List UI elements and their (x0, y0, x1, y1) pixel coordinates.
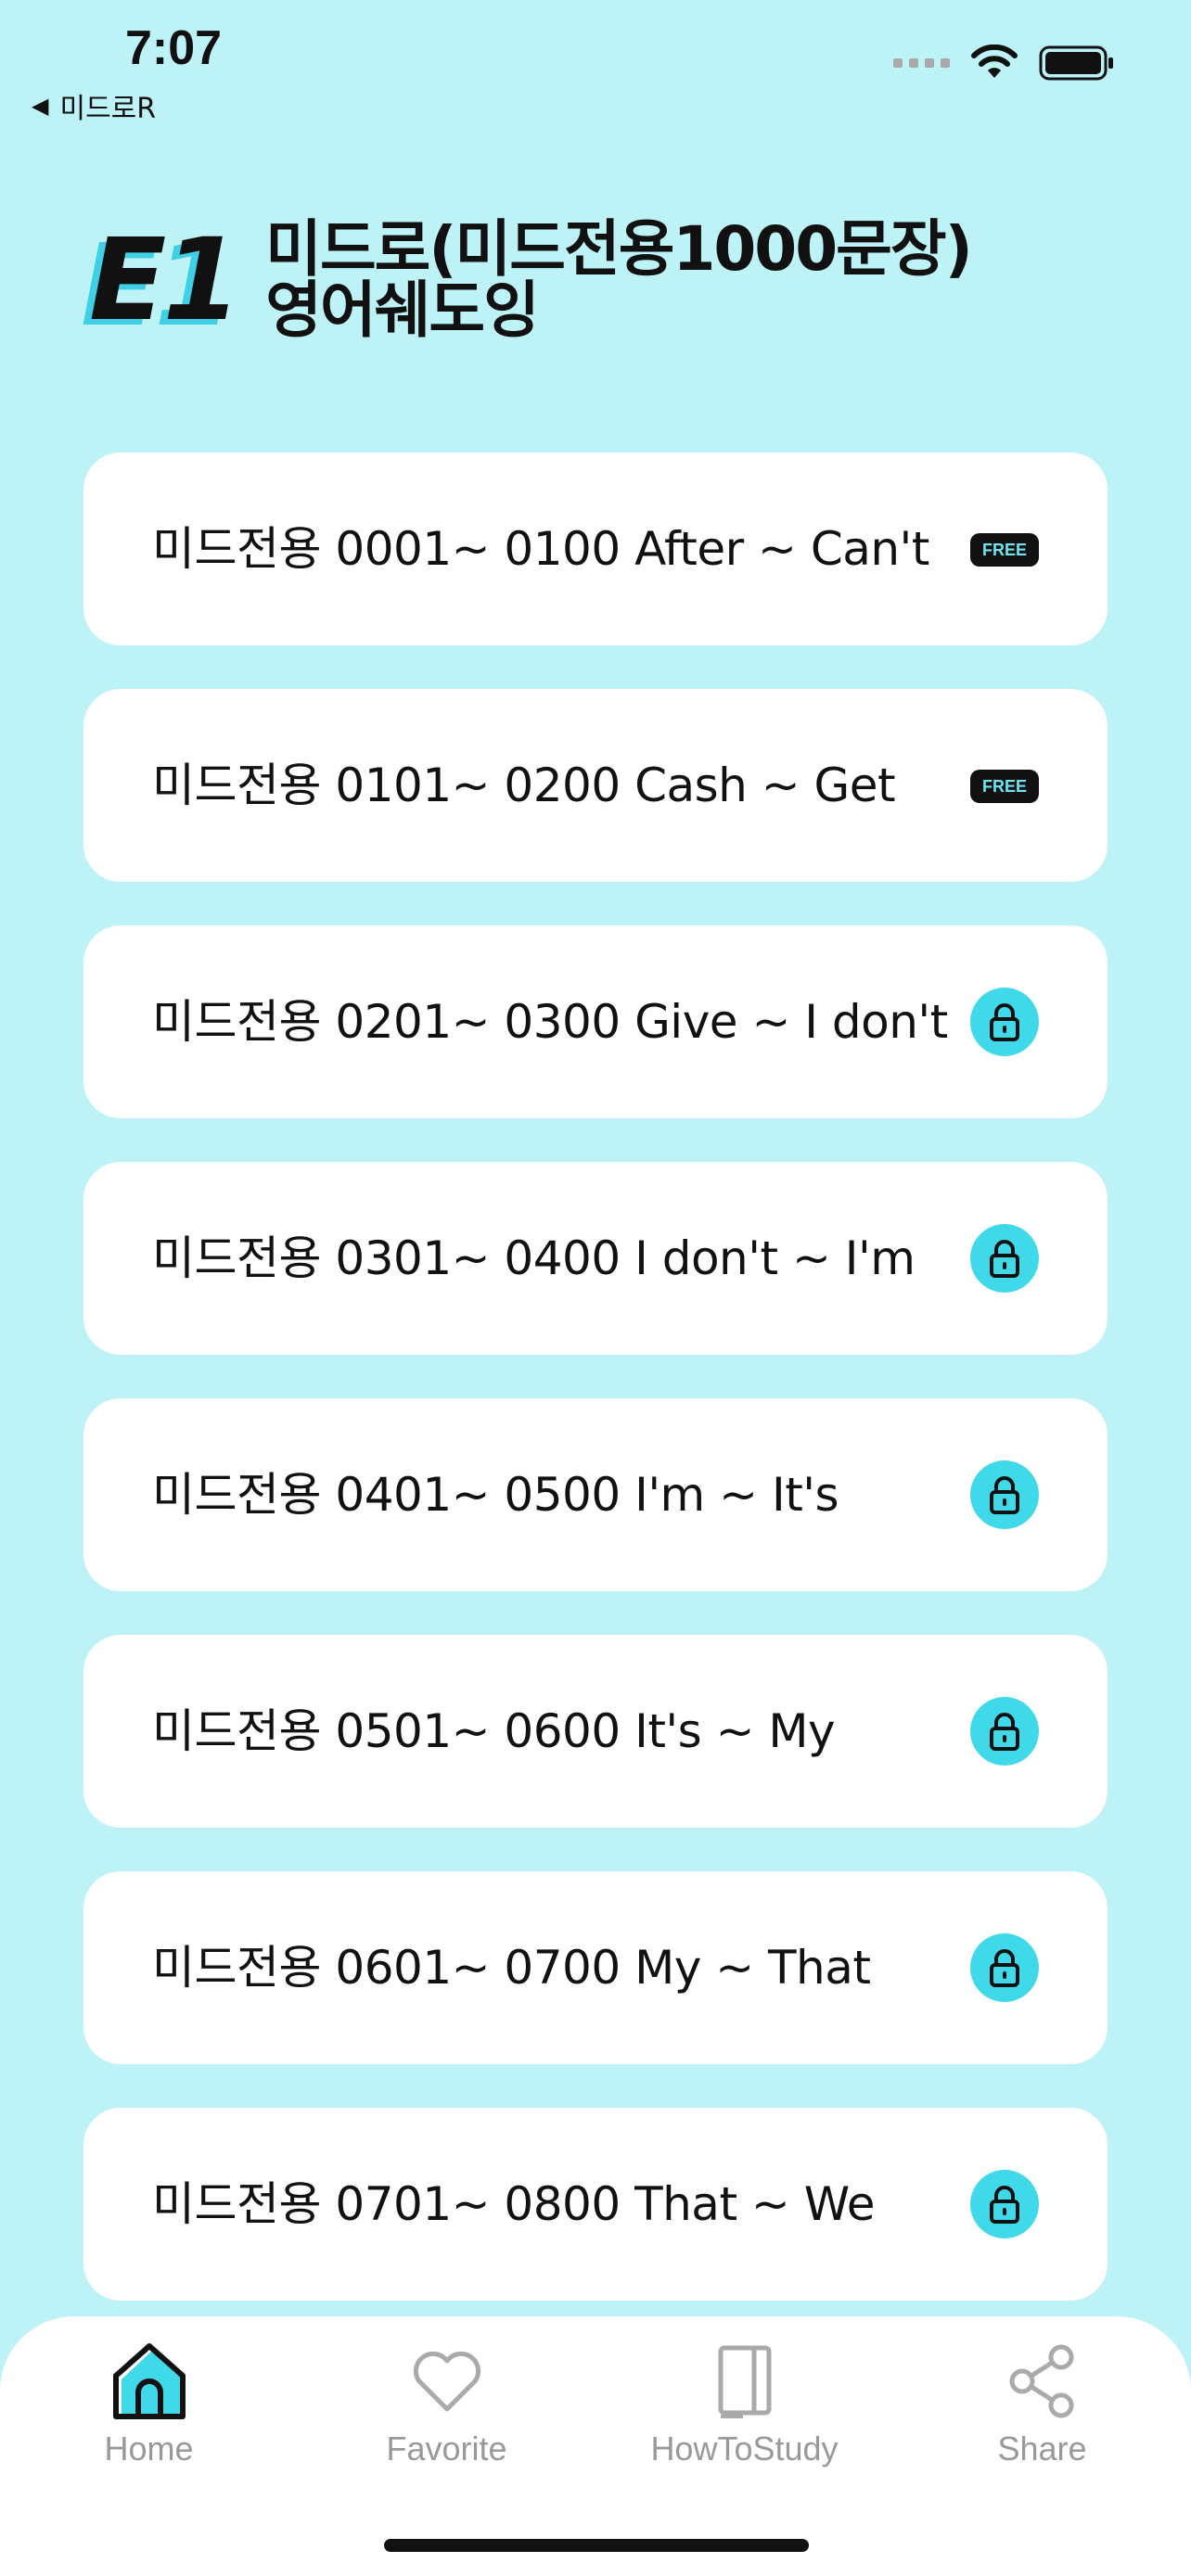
title-line-2: 영어쉐도잉 (265, 274, 540, 346)
tab-home[interactable]: Home (0, 2339, 298, 2468)
share-icon (1001, 2339, 1084, 2424)
chapter-label: 미드전용 0101~ 0200 Cash ~ Get (152, 759, 896, 812)
lock-icon (970, 988, 1039, 1056)
tab-share[interactable]: Share (893, 2339, 1191, 2468)
signal-dots-icon (893, 58, 950, 68)
free-badge: FREE (970, 533, 1039, 567)
chapter-label: 미드전용 0001~ 0100 After ~ Can't (152, 522, 929, 576)
tab-label: Share (997, 2429, 1087, 2468)
tab-label: Home (104, 2429, 194, 2468)
page-title: E1 미드로(미드전용1000문장) 영어쉐도잉 (89, 213, 973, 346)
chapter-label: 미드전용 0301~ 0400 I don't ~ I'm (152, 1231, 916, 1285)
chapter-label: 미드전용 0601~ 0700 My ~ That (152, 1941, 871, 1995)
status-time: 7:07 (125, 21, 223, 75)
chapter-label: 미드전용 0201~ 0300 Give ~ I don't (152, 995, 948, 1049)
title-line-1: 미드로(미드전용1000문장) (265, 213, 972, 285)
chapter-item[interactable]: 미드전용 0501~ 0600 It's ~ My (83, 1635, 1108, 1828)
tab-bar: Home Favorite HowToStudy Share (0, 2316, 1191, 2576)
back-triangle-icon: ◀ (32, 93, 49, 119)
lock-icon (970, 1933, 1039, 2002)
status-icons (893, 45, 1115, 82)
chapter-label: 미드전용 0401~ 0500 I'm ~ It's (152, 1468, 839, 1522)
battery-icon (1039, 45, 1113, 81)
home-icon (108, 2339, 191, 2424)
chapter-item[interactable]: 미드전용 0201~ 0300 Give ~ I don't (83, 925, 1108, 1118)
back-app-label: 미드로R (59, 93, 157, 125)
chapter-item[interactable]: 미드전용 0701~ 0800 That ~ We (83, 2108, 1108, 2301)
notebook-icon (703, 2339, 787, 2424)
chapter-item[interactable]: 미드전용 0401~ 0500 I'm ~ It's (83, 1398, 1108, 1591)
chapter-label: 미드전용 0701~ 0800 That ~ We (152, 2177, 876, 2231)
tab-label: Favorite (386, 2429, 507, 2468)
title-text: 미드로(미드전용1000문장) 영어쉐도잉 (265, 213, 972, 346)
home-indicator (384, 2539, 809, 2552)
chapter-item[interactable]: 미드전용 0001~ 0100 After ~ Can't FREE (83, 453, 1108, 645)
chapter-item[interactable]: 미드전용 0101~ 0200 Cash ~ Get FREE (83, 689, 1108, 882)
lock-icon (970, 2170, 1039, 2238)
lock-icon (970, 1460, 1039, 1529)
lock-icon (970, 1224, 1039, 1293)
chapter-item[interactable]: 미드전용 0601~ 0700 My ~ That (83, 1871, 1108, 2064)
chapter-item[interactable]: 미드전용 0301~ 0400 I don't ~ I'm (83, 1162, 1108, 1355)
tab-how-to-study[interactable]: HowToStudy (596, 2339, 893, 2468)
back-to-app-link[interactable]: ◀ 미드로R (32, 85, 156, 126)
heart-icon (405, 2339, 489, 2424)
chapter-label: 미드전용 0501~ 0600 It's ~ My (152, 1704, 836, 1758)
title-tag: E1 (89, 214, 241, 346)
lock-icon (970, 1697, 1039, 1766)
free-badge: FREE (970, 770, 1039, 803)
tab-favorite[interactable]: Favorite (298, 2339, 596, 2468)
wifi-icon (971, 45, 1018, 78)
tab-label: HowToStudy (650, 2429, 839, 2468)
